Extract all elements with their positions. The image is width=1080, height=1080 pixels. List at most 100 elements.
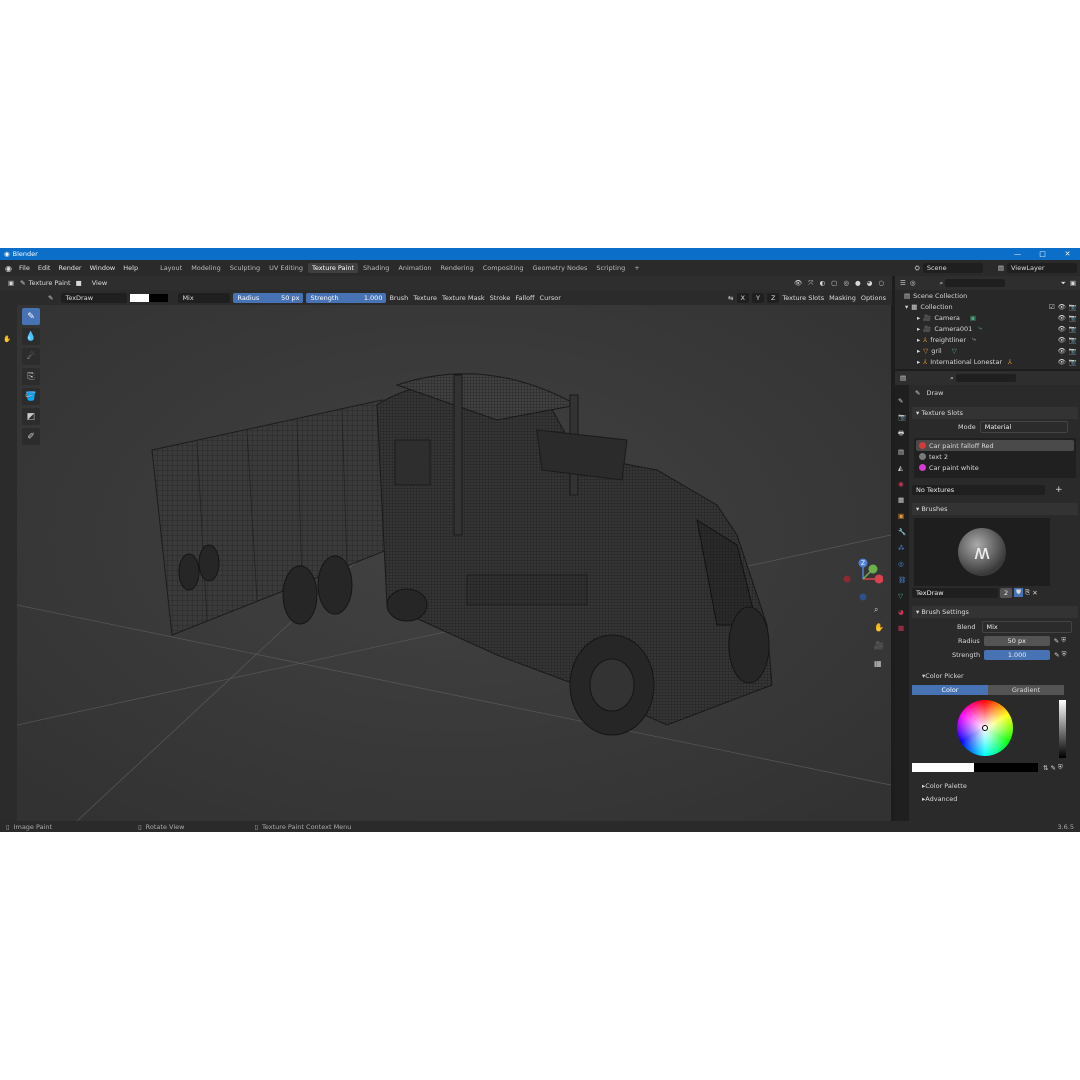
tool-tab-icon[interactable]: ✎ [898, 397, 909, 405]
minimize-button[interactable]: — [1005, 250, 1030, 258]
fake-user-icon[interactable]: ⛊ [1014, 588, 1024, 597]
advanced-subpanel[interactable]: ▸ Advanced [912, 793, 1078, 804]
view-layer-tab-icon[interactable]: ▤ [898, 448, 909, 456]
display-mode-icon[interactable]: ◎ [910, 279, 916, 287]
render-icon[interactable]: 📷 [1069, 336, 1077, 344]
eye-icon[interactable]: 👁 [1058, 314, 1066, 322]
perspective-toggle-icon[interactable]: ▦ [874, 659, 882, 668]
scene-tab-icon[interactable]: ◭ [898, 464, 909, 472]
symmetry-y[interactable]: Y [751, 292, 764, 303]
object-tab-icon[interactable]: ▣ [898, 512, 909, 520]
eyedropper-icon[interactable]: ✎ [1050, 764, 1055, 772]
add-workspace-button[interactable]: + [630, 263, 643, 273]
axis-gizmo[interactable]: Z [843, 557, 884, 601]
outliner-search-icon[interactable]: ⌕ [940, 279, 944, 288]
brushes-panel-header[interactable]: ▾ Brushes [912, 503, 1078, 515]
tab-modeling[interactable]: Modeling [187, 263, 225, 273]
texture-slots-menu[interactable]: Texture Slots [782, 294, 824, 302]
secondary-color-swatch[interactable] [149, 293, 169, 302]
outliner-item-international-lonestar[interactable]: ▸ ⅄ International Lonestar ⅄ 👁 📷 [895, 356, 1080, 367]
outliner-item-camera001[interactable]: ▸ 🎥 Camera001 ⤷ 👁 📷 [895, 323, 1080, 334]
tab-scripting[interactable]: Scripting [592, 263, 629, 273]
radius-field[interactable]: 50 px [983, 635, 1050, 646]
tab-compositing[interactable]: Compositing [479, 263, 528, 273]
scene-collection-row[interactable]: ▤ Scene Collection [895, 290, 1080, 301]
strength-slider[interactable]: Strength 1.000 [306, 292, 387, 303]
brush-user-count[interactable]: 2 [1000, 587, 1013, 598]
zoom-icon[interactable]: ⌕ [874, 605, 878, 615]
expand-icon[interactable]: ▾ [905, 303, 908, 311]
physics-tab-icon[interactable]: ◎ [898, 560, 909, 568]
hand-icon[interactable]: ✋ [3, 335, 17, 343]
pressure-icon[interactable]: ✎ [1054, 637, 1059, 645]
render-tab-icon[interactable]: 📷 [898, 413, 909, 421]
brush-name-field[interactable]: TexDraw [912, 587, 998, 598]
texture-menu[interactable]: Texture [413, 294, 437, 302]
xray-icon[interactable]: ▢ [831, 279, 837, 287]
expand-icon[interactable]: ▸ [917, 347, 920, 355]
tab-uv-editing[interactable]: UV Editing [265, 263, 307, 273]
render-icon[interactable]: 📷 [1069, 347, 1077, 355]
tab-shading[interactable]: Shading [359, 263, 393, 273]
options-menu[interactable]: Options [861, 294, 886, 302]
rendered-shading-icon[interactable]: ○ [878, 279, 884, 287]
tab-animation[interactable]: Animation [394, 263, 435, 273]
visibility-icon[interactable]: 👁 [794, 279, 802, 287]
smear-tool-icon[interactable]: ☄ [22, 348, 40, 365]
modifier-tab-icon[interactable]: 🔧 [898, 528, 909, 536]
primary-color-field[interactable] [912, 763, 974, 772]
properties-editor-icon[interactable]: ▤ [900, 374, 906, 382]
menu-help[interactable]: Help [119, 264, 142, 272]
add-texture-button[interactable]: + [1055, 485, 1063, 495]
particles-tab-icon[interactable]: ⁂ [898, 544, 909, 552]
swap-colors-icon[interactable]: ⇅ [1043, 764, 1048, 772]
wireframe-shading-icon[interactable]: ◎ [843, 279, 849, 287]
camera-view-icon[interactable]: 🎥 [874, 641, 884, 650]
mask-tool-icon[interactable]: ◩ [22, 408, 40, 425]
filter-icon[interactable]: ⏷ [1061, 279, 1066, 288]
properties-search-field[interactable] [955, 374, 1016, 382]
texture-slot-item[interactable]: Car paint falloff Red [916, 440, 1074, 451]
blender-menu-icon[interactable]: ◉ [5, 264, 12, 273]
duplicate-brush-icon[interactable]: ⎘ [1025, 588, 1030, 597]
eye-icon[interactable]: 👁 [1058, 303, 1066, 311]
falloff-menu[interactable]: Falloff [515, 294, 534, 302]
view-menu[interactable]: View [92, 279, 107, 287]
lock-icon[interactable]: ⛨ [1062, 650, 1067, 659]
stroke-menu[interactable]: Stroke [490, 294, 511, 302]
outliner-editor-icon[interactable]: ☰ [900, 279, 906, 287]
lock-icon[interactable]: ⛨ [1061, 636, 1066, 645]
brush-name-field[interactable]: TexDraw [61, 292, 128, 303]
tab-sculpting[interactable]: Sculpting [226, 263, 264, 273]
draw-tool-icon[interactable]: ✎ [22, 308, 40, 325]
tab-gradient[interactable]: Gradient [988, 684, 1064, 695]
blend-dropdown[interactable]: Mix [178, 292, 231, 303]
symmetry-icon[interactable]: ⇆ [728, 294, 733, 302]
tab-geometry-nodes[interactable]: Geometry Nodes [529, 263, 592, 273]
mode-dropdown[interactable]: Material [979, 420, 1068, 433]
scene-selector[interactable]: Scene [922, 263, 983, 273]
outliner-search-field[interactable] [945, 279, 1006, 287]
color-picker-subpanel[interactable]: ▾ Color Picker [912, 670, 1078, 681]
render-icon[interactable]: 📷 [1069, 325, 1077, 333]
expand-icon[interactable]: ▸ [917, 336, 920, 344]
expand-icon[interactable]: ▸ [917, 314, 920, 322]
brush-preview[interactable]: ʍ [914, 518, 1050, 586]
new-collection-icon[interactable]: ▣ [1070, 279, 1076, 287]
eye-icon[interactable]: 👁 [1058, 336, 1066, 344]
value-slider[interactable] [1059, 700, 1066, 758]
menu-render[interactable]: Render [54, 264, 85, 272]
render-icon[interactable]: 📷 [1069, 303, 1077, 311]
color-wheel-cursor[interactable] [982, 725, 988, 731]
solid-shading-icon[interactable]: ● [855, 279, 861, 287]
mode-toggle-icon[interactable]: ■ [76, 279, 82, 287]
pan-icon[interactable]: ✋ [874, 623, 884, 632]
tab-texture-paint[interactable]: Texture Paint [308, 263, 358, 273]
menu-file[interactable]: File [15, 264, 34, 272]
blend-dropdown[interactable]: Mix [981, 620, 1072, 633]
texture-slots-panel-header[interactable]: ▾ Texture Slots [912, 407, 1078, 419]
no-textures-field[interactable]: No Textures [912, 484, 1045, 495]
masking-menu[interactable]: Masking [829, 294, 856, 302]
outliner-item-freightliner[interactable]: ▸ ⅄ freightliner ⤷ 👁 📷 [895, 334, 1080, 345]
expand-icon[interactable]: ▸ [917, 358, 920, 366]
